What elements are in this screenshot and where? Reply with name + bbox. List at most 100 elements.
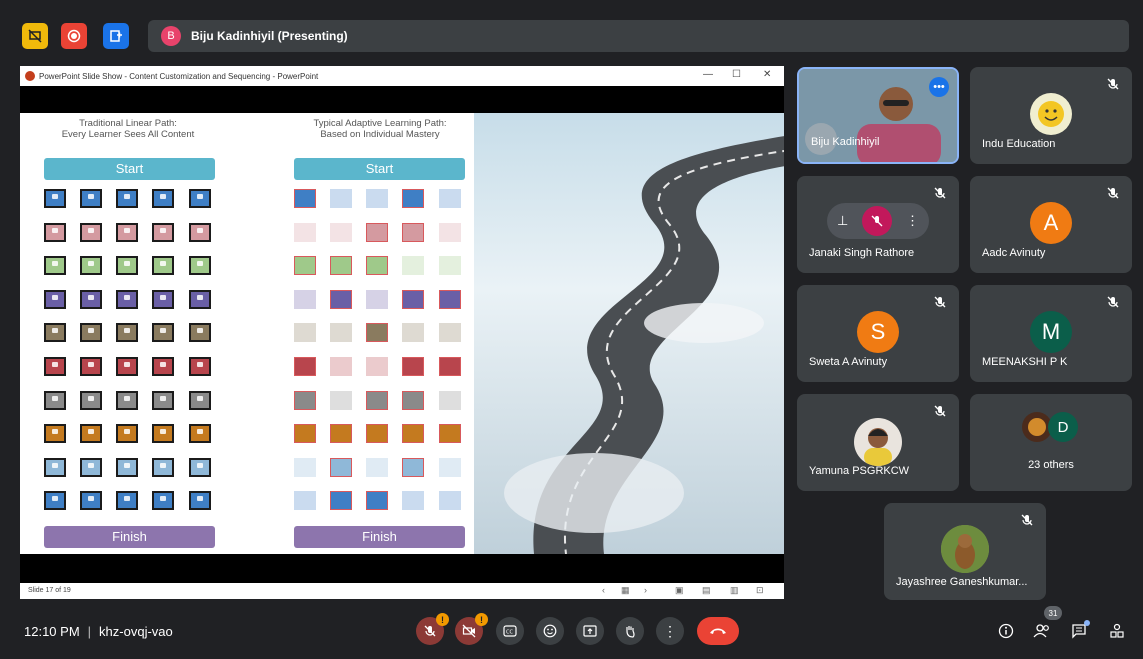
captions-icon: CC (503, 625, 517, 637)
tile-more-icon[interactable]: ⋮ (906, 213, 919, 229)
linear-start-bar: Start (44, 158, 215, 180)
raise-hand-button[interactable] (616, 617, 644, 645)
activities-icon[interactable] (1106, 620, 1128, 642)
normal-view-icon[interactable]: ▣ (675, 585, 684, 596)
more-options-button[interactable]: ⋮ (656, 617, 684, 645)
powerpoint-window: PowerPoint Slide Show - Content Customiz… (20, 66, 784, 599)
participant-tile-yamuna[interactable]: Yamuna PSGRKCW (797, 394, 959, 491)
participant-tile-jayashree[interactable]: Jayashree Ganeshkumar... (884, 503, 1046, 600)
adaptive-content-block (366, 390, 388, 410)
mic-off-icon (934, 296, 946, 308)
participant-tile-meenakshi[interactable]: M MEENAKSHI P K (970, 285, 1132, 382)
linear-path-heading: Traditional Linear Path: Every Learner Se… (61, 118, 195, 140)
adaptive-content-block (439, 424, 461, 444)
slide-sorter-icon[interactable]: ▤ (702, 585, 711, 596)
winding-road-image (474, 113, 784, 554)
participant-tile-indu[interactable]: Indu Education (970, 67, 1132, 164)
adaptive-content-block (330, 189, 352, 208)
mute-participant-icon[interactable] (862, 206, 893, 236)
adaptive-content-block (366, 357, 388, 376)
linear-content-block (152, 189, 174, 208)
participant-name: Sweta A Avinuty (809, 356, 888, 368)
hand-icon (626, 626, 635, 638)
linear-content-block (80, 424, 102, 444)
captions-button[interactable]: CC (496, 617, 524, 645)
others-count-label: 23 others (1028, 459, 1074, 471)
participant-avatar: D (1048, 412, 1078, 442)
adaptive-content-block (439, 189, 461, 208)
adaptive-start-bar: Start (294, 158, 465, 180)
linear-content-block (152, 323, 174, 343)
reactions-button[interactable] (536, 617, 564, 645)
powerpoint-status-bar: Slide 17 of 19 ‹ ▦ › ▣ ▤ ▥ ⊡ (20, 583, 784, 599)
linear-content-block (116, 357, 138, 376)
participant-tile-janaki[interactable]: ⊥ ⋮ Janaki Singh Rathore (797, 176, 959, 273)
previous-slide-icon[interactable]: ‹ (602, 585, 605, 595)
linear-content-block (189, 289, 211, 309)
linear-content-block (152, 491, 174, 511)
linear-content-block (116, 189, 138, 208)
svg-text:CC: CC (506, 630, 513, 636)
linear-content-block (80, 491, 102, 511)
minimize-icon[interactable]: — (703, 69, 713, 80)
adaptive-content-block (294, 222, 316, 242)
microphone-button[interactable]: ! (416, 613, 449, 645)
reading-view-icon[interactable]: ▥ (730, 585, 739, 596)
adaptive-content-block (330, 289, 352, 309)
people-icon[interactable] (1031, 620, 1053, 642)
chat-notification-dot (1084, 620, 1090, 626)
participant-tile-others[interactable]: D 23 others (970, 394, 1132, 491)
adaptive-content-block (439, 390, 461, 410)
close-icon[interactable]: ✕ (763, 69, 771, 80)
participant-photo (854, 418, 902, 466)
adaptive-content-block (330, 457, 352, 477)
linear-content-block (189, 390, 211, 410)
adaptive-content-block (366, 491, 388, 511)
adaptive-content-block (402, 357, 424, 376)
maximize-icon[interactable]: ☐ (732, 69, 741, 80)
adaptive-content-block (294, 491, 316, 511)
notes-icon[interactable] (103, 23, 129, 49)
chat-icon[interactable] (1068, 620, 1090, 642)
participant-tile-biju[interactable]: ••• Biju Kadinhiyil (797, 67, 959, 164)
linear-content-block (116, 390, 138, 410)
adaptive-content-block (294, 457, 316, 477)
participant-name: Yamuna PSGRKCW (809, 465, 910, 477)
mic-off-icon (1107, 187, 1119, 199)
linear-content-block (189, 222, 211, 242)
participant-name: Janaki Singh Rathore (809, 247, 915, 259)
leave-call-button[interactable] (697, 617, 739, 645)
pin-icon[interactable]: ⊥ (837, 213, 848, 229)
next-slide-icon[interactable]: › (644, 585, 647, 595)
presenter-banner: B Biju Kadinhiyil (Presenting) (148, 20, 1129, 52)
present-button[interactable] (576, 617, 604, 645)
slide-menu-icon[interactable]: ▦ (621, 585, 630, 596)
adaptive-content-block (330, 357, 352, 376)
powerpoint-icon (25, 71, 35, 81)
meeting-details-icon[interactable] (995, 620, 1017, 642)
adaptive-content-block (330, 491, 352, 511)
participant-tile-sweta[interactable]: S Sweta A Avinuty (797, 285, 959, 382)
participant-tile-aadc[interactable]: A Aadc Avinuty (970, 176, 1132, 273)
linear-content-block (80, 222, 102, 242)
more-options-icon[interactable]: ••• (929, 77, 949, 97)
camera-button[interactable]: ! (455, 613, 488, 645)
linear-content-block (80, 189, 102, 208)
presentation-off-icon[interactable] (22, 23, 48, 49)
linear-content-block (80, 457, 102, 477)
adaptive-content-block (402, 256, 424, 276)
linear-content-block (44, 491, 66, 511)
adaptive-content-block (294, 256, 316, 276)
participant-name: Indu Education (982, 138, 1056, 150)
adaptive-content-block (366, 457, 388, 477)
more-vert-icon: ⋮ (663, 622, 677, 639)
adaptive-content-block (366, 189, 388, 208)
participant-name: Aadc Avinuty (982, 247, 1046, 259)
slideshow-view-icon[interactable]: ⊡ (756, 585, 764, 596)
mic-off-icon (934, 187, 946, 199)
adaptive-path-heading: Typical Adaptive Learning Path: Based on … (313, 118, 447, 140)
hang-up-icon (710, 628, 726, 634)
recording-icon[interactable] (61, 23, 87, 49)
adaptive-finish-bar: Finish (294, 526, 465, 548)
linear-content-block (44, 289, 66, 309)
